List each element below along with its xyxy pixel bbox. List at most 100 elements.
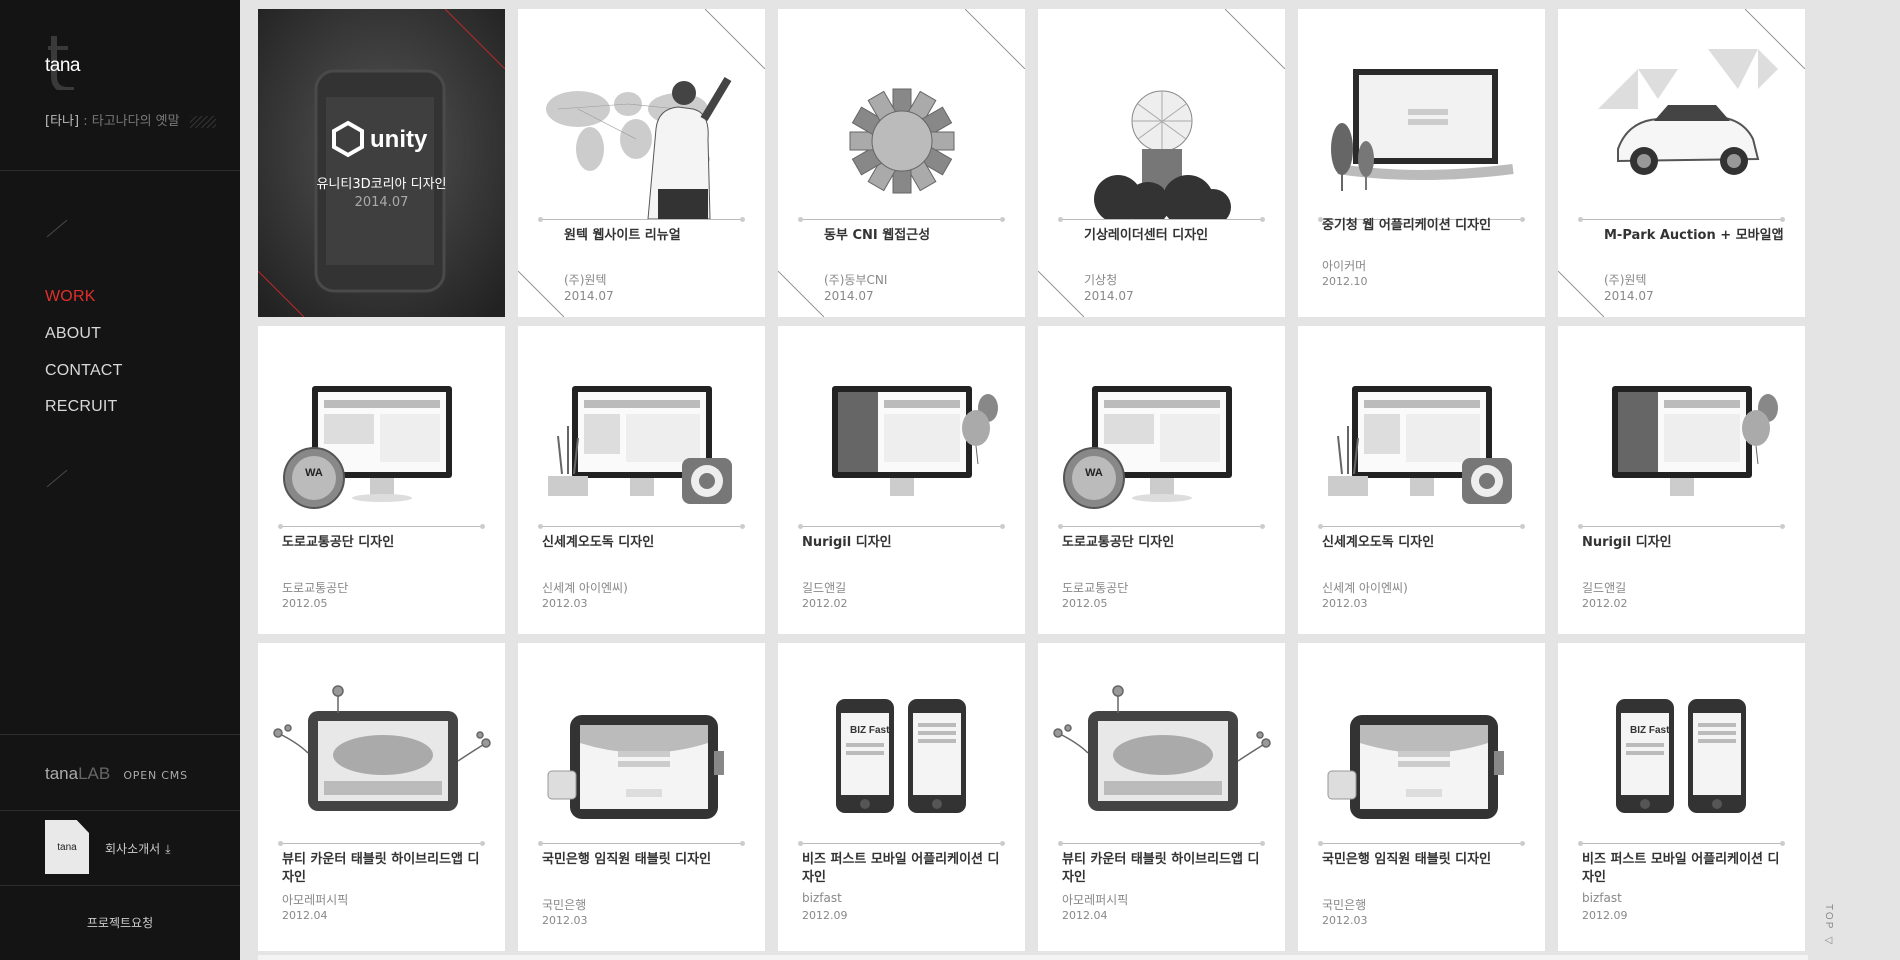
card-rule [538,217,745,222]
work-card[interactable]: 국민은행 임직원 태블릿 디자인국민은행 2012.03 [1298,643,1545,951]
work-thumbnail [1038,643,1285,853]
bottom-bar [258,955,1808,960]
work-date: 2012.03 [1322,914,1368,927]
card-rule [1058,524,1265,529]
work-client: 신세계 아이엔씨) [542,581,628,595]
card-rule [278,524,485,529]
nav-contact[interactable]: CONTACT [45,362,123,380]
work-card[interactable]: WA 도로교통공단 디자인 도로교통공단 2012.05 [1038,326,1285,634]
work-client: 국민은행 [1322,898,1367,912]
logo-text: tana [45,55,80,76]
work-date: 2012.03 [1322,597,1368,610]
work-date: 2012.10 [1322,275,1368,288]
work-card[interactable]: 뷰티 카운터 태블릿 하이브리드앱 디자인 아모레퍼시픽 2012.04 [1038,643,1285,951]
work-card[interactable]: BIZ Fast 비즈 퍼스트 모바일 어플리케이션 디자인 bizfast 201… [1558,643,1805,951]
tana-logo[interactable]: tana [40,30,100,94]
brochure-document-icon[interactable]: tana [45,820,89,874]
work-thumbnail: BIZ Fast [1558,643,1805,853]
corner-slash-decoration [445,9,505,69]
svg-text:WA: WA [305,467,323,479]
work-title: 유니티3D코리아 디자인 [316,177,447,192]
divider [0,170,240,171]
work-client: 도로교통공단 [282,581,349,595]
work-client: 아모레퍼시픽 [282,893,349,907]
work-thumbnail [518,643,765,853]
card-rule [1578,524,1785,529]
work-title: 비즈 퍼스트 모바일 어플리케이션 디자인 [802,852,1000,885]
top-label: TOP [1823,904,1834,931]
work-client: 국민은행 [542,898,587,912]
work-date: 2012.03 [542,914,588,927]
work-card[interactable]: Nurigil 디자인 길드앤길 2012.02 [1558,326,1805,634]
work-client: (주)동부CNI [824,273,888,287]
work-client: 길드앤길 [1582,581,1627,595]
work-card[interactable]: unity 유니티3D코리아 디자인 2014.07 [258,9,505,317]
card-rule [538,841,745,846]
tanalab-link[interactable]: tanaLAB OPEN CMS [45,764,188,784]
work-card[interactable]: M-Park Auction + 모바일앱 (주)원텍 2014.07 [1558,9,1805,317]
work-date: 2014.07 [824,289,874,303]
work-card[interactable]: 국민은행 임직원 태블릿 디자인 국민은행 2012.03 [518,643,765,951]
card-rule [1318,524,1525,529]
work-title: 뷰티 카운터 태블릿 하이브리드앱 디자인 [1062,852,1260,885]
sidebar: tana [타나] : 타고나다의 옛말 WORK ABOUT CONTACT … [0,0,240,960]
work-title: 국민은행 임직원 태블릿 디자인 [1322,852,1492,867]
work-thumbnail: WA [258,326,505,536]
tagline-desc: 타고나다의 옛말 [91,114,180,129]
work-client: 기상청 [1084,273,1118,287]
svg-text:WA: WA [1085,467,1103,479]
work-thumbnail [1298,326,1545,536]
work-date: 2012.04 [1062,909,1108,922]
work-card[interactable]: BIZ Fast 비즈 퍼스트 모바일 어플리케이션 디자인 bizfast 201… [778,643,1025,951]
work-client: bizfast [802,891,842,905]
work-card[interactable]: 중기청 웹 어플리케이션 디자인 아이커머 2012.10 [1298,9,1545,317]
project-request-link[interactable]: 프로젝트요청 [0,914,240,931]
work-title: 동부 CNI 웹접근성 [824,228,931,243]
work-card[interactable]: 신세계오도독 디자인 신세계 아이엔씨) 2012.03 [1298,326,1545,634]
work-client: (주)원텍 [1604,273,1647,287]
svg-text:BIZ Fast: BIZ Fast [850,725,890,736]
work-date: 2014.07 [1084,289,1134,303]
work-client: bizfast [1582,891,1622,905]
card-rule [1058,217,1265,222]
lab-cms: OPEN CMS [123,769,188,782]
card-rule [278,841,485,846]
work-card[interactable]: Nurigil 디자인 길드앤길 2012.02 [778,326,1025,634]
tagline-brand: [타나] [45,114,80,129]
brochure-download-link[interactable]: 회사소개서 ⤓ [105,840,171,857]
work-title: 신세계오도독 디자인 [542,535,655,550]
work-card[interactable]: 동부 CNI 웹접근성 (주)동부CNI 2014.07 [778,9,1025,317]
corner-slash-decoration [1745,9,1805,69]
work-thumbnail: WA [1038,326,1285,536]
work-client: 도로교통공단 [1062,581,1129,595]
hatch-decoration [189,115,216,128]
work-thumbnail [1298,643,1545,853]
work-title: 도로교통공단 디자인 [282,535,395,550]
slash-decoration [46,469,68,488]
work-date: 2012.09 [1582,909,1628,922]
divider [0,885,240,886]
work-title: M-Park Auction + 모바일앱 [1604,228,1784,243]
work-client: 길드앤길 [802,581,847,595]
work-card[interactable]: WA 도로교통공단 디자인 도로교통공단 2012.05 [258,326,505,634]
nav-about[interactable]: ABOUT [45,325,101,343]
work-card[interactable]: 기상레이더센터 디자인 기상청 2014.07 [1038,9,1285,317]
nav-work[interactable]: WORK [45,288,96,306]
work-date: 2012.02 [1582,597,1628,610]
card-rule [1578,841,1785,846]
svg-text:BIZ Fast: BIZ Fast [1630,725,1670,736]
work-thumbnail [518,326,765,536]
top-button[interactable]: TOP ◁ [1820,904,1834,948]
corner-slash-decoration [965,9,1025,69]
work-card[interactable]: 뷰티 카운터 태블릿 하이브리드앱 디자인 아모레퍼시픽 2012.04 [258,643,505,951]
work-title: 도로교통공단 디자인 [1062,535,1175,550]
work-thumbnail [258,643,505,853]
nav-recruit[interactable]: RECRUIT [45,398,118,416]
brochure-label: 회사소개서 [105,842,161,856]
card-rule [798,841,1005,846]
corner-slash-decoration [778,271,824,317]
work-client: 신세계 아이엔씨) [1322,581,1408,595]
work-client: (주)원텍 [564,273,607,287]
work-card[interactable]: 신세계오도독 디자인 신세계 아이엔씨) 2012.03 [518,326,765,634]
work-card[interactable]: 원텍 웹사이트 리뉴얼 (주)원텍 2014.07 [518,9,765,317]
